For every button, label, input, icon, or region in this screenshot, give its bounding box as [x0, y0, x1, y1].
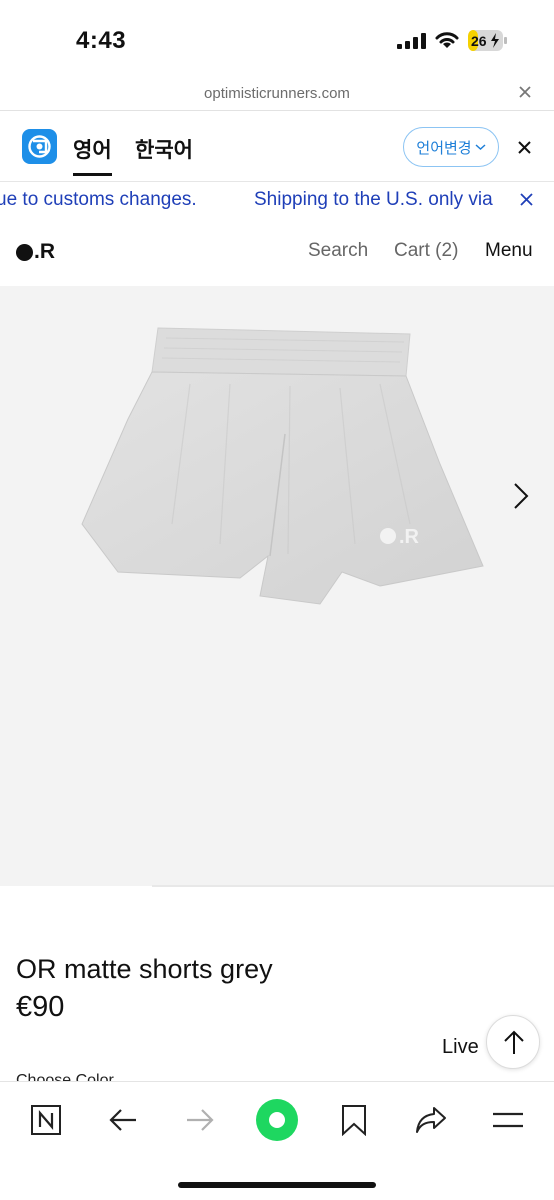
change-language-button[interactable]: 언어변경 — [403, 127, 499, 167]
bookmark-button[interactable] — [334, 1100, 374, 1140]
status-bar: 4:43 26 — [0, 0, 554, 78]
home-dot-icon — [256, 1099, 298, 1141]
product-image-gallery[interactable]: .R — [0, 286, 554, 886]
product-price: €90 — [16, 991, 65, 1023]
scroll-to-top-button[interactable] — [486, 1015, 540, 1069]
signal-icon — [397, 33, 426, 49]
bookmark-icon — [342, 1105, 366, 1136]
close-icon[interactable] — [518, 85, 532, 99]
site-header: .R Search Cart (2) Menu — [0, 222, 554, 282]
tab-source-language[interactable]: 영어 — [73, 134, 112, 176]
back-button[interactable] — [103, 1100, 143, 1140]
announcement-banner: ue to customs changes. Shipping to the U… — [0, 183, 554, 217]
bottom-toolbar — [0, 1081, 554, 1200]
battery-icon: 26 — [468, 30, 507, 51]
notes-button[interactable] — [26, 1100, 66, 1140]
url-bar[interactable]: optimisticrunners.com — [0, 78, 554, 111]
translate-close-icon[interactable] — [517, 140, 532, 155]
back-arrow-icon — [109, 1109, 136, 1131]
wifi-icon — [435, 32, 459, 48]
home-indicator — [178, 1182, 376, 1188]
logo-text: .R — [34, 240, 55, 263]
chevron-right-icon[interactable] — [510, 481, 532, 511]
logo-dot-icon — [16, 243, 33, 261]
forward-button[interactable] — [180, 1100, 220, 1140]
chevron-down-icon — [475, 144, 486, 151]
arrow-up-icon — [504, 1030, 524, 1054]
change-language-label: 언어변경 — [416, 139, 472, 157]
product-title: OR matte shorts grey — [16, 954, 273, 984]
share-button[interactable] — [411, 1100, 451, 1140]
image-divider — [152, 885, 554, 887]
menu-button[interactable] — [488, 1100, 528, 1140]
share-icon — [416, 1107, 446, 1133]
home-button[interactable] — [254, 1097, 300, 1143]
battery-level: 26 — [471, 33, 487, 49]
translate-bar: 영어 한국어 언어변경 — [0, 112, 554, 182]
banner-close-icon[interactable] — [519, 192, 534, 207]
nav-cart-link[interactable]: Cart (2) — [394, 240, 458, 262]
site-logo[interactable]: .R — [16, 240, 55, 264]
nav-search-link[interactable]: Search — [308, 240, 368, 262]
banner-text-right: Shipping to the U.S. only via — [254, 189, 493, 210]
status-time: 4:43 — [76, 27, 127, 54]
tab-target-language[interactable]: 한국어 — [135, 134, 193, 164]
product-image-shorts: .R — [81, 327, 484, 605]
live-label[interactable]: Live — [442, 1036, 479, 1059]
forward-arrow-icon — [187, 1109, 214, 1131]
notes-icon — [31, 1105, 61, 1135]
translate-logo-icon — [22, 129, 57, 164]
menu-lines-icon — [493, 1112, 523, 1128]
product-watermark-text: .R — [399, 526, 420, 548]
banner-text-left: ue to customs changes. — [0, 189, 197, 210]
nav-menu-link[interactable]: Menu — [485, 240, 533, 262]
url-text[interactable]: optimisticrunners.com — [0, 85, 554, 102]
choose-color-label: Choose Color — [16, 1072, 114, 1081]
